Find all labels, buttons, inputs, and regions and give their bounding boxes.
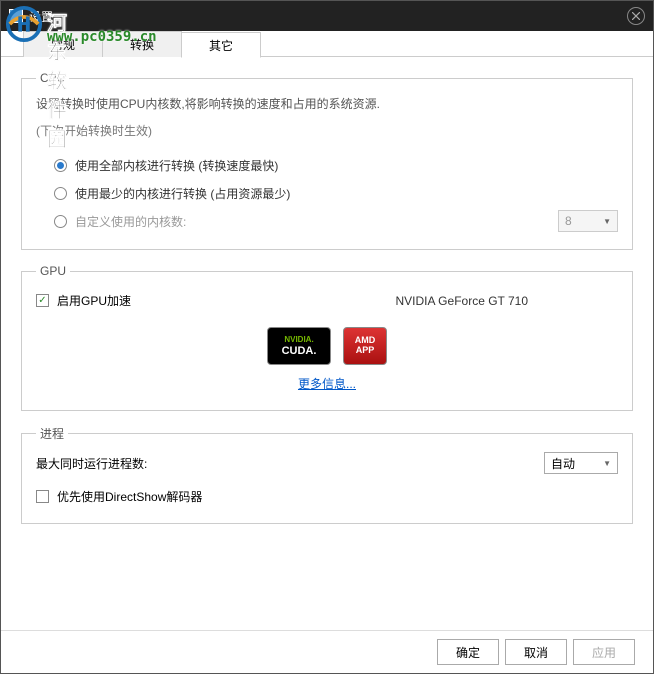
cpu-radio-all-cores[interactable]	[54, 159, 67, 172]
nvidia-cuda-badge: NVIDIA. CUDA.	[267, 327, 331, 365]
tab-general[interactable]: 常规	[23, 31, 103, 57]
tab-other[interactable]: 其它	[181, 32, 261, 58]
cancel-button[interactable]: 取消	[505, 639, 567, 665]
chevron-down-icon: ▼	[603, 459, 611, 468]
footer: 确定 取消 应用	[1, 630, 653, 673]
tab-bar: 常规 转换 其它	[1, 31, 653, 57]
window-title: 设置	[29, 8, 53, 25]
max-process-value: 自动	[551, 455, 575, 472]
directshow-checkbox[interactable]	[36, 490, 49, 503]
cpu-radio-custom-label: 自定义使用的内核数:	[75, 213, 186, 230]
cpu-legend: CPU	[36, 71, 69, 85]
app-icon	[9, 9, 23, 23]
cpu-radio-min-label: 使用最少的内核进行转换 (占用资源最少)	[75, 185, 290, 202]
cpu-cores-select: 8 ▼	[558, 210, 618, 232]
cpu-description: 设置转换时使用CPU内核数,将影响转换的速度和占用的系统资源.	[36, 95, 618, 114]
apply-button[interactable]: 应用	[573, 639, 635, 665]
content-area: CPU 设置转换时使用CPU内核数,将影响转换的速度和占用的系统资源. (下次开…	[1, 57, 653, 630]
nvidia-brand: NVIDIA.	[284, 336, 313, 345]
cpu-radio-min-cores[interactable]	[54, 187, 67, 200]
cpu-cores-value: 8	[565, 214, 572, 228]
process-legend: 进程	[36, 425, 68, 442]
close-button[interactable]	[627, 7, 645, 25]
titlebar: 设置	[1, 1, 653, 31]
cuda-text: CUDA.	[282, 345, 317, 357]
cpu-radio-all-label: 使用全部内核进行转换 (转换速度最快)	[75, 157, 278, 174]
directshow-label: 优先使用DirectShow解码器	[57, 488, 202, 505]
cpu-note: (下次开始转换时生效)	[36, 122, 618, 139]
tab-convert[interactable]: 转换	[102, 31, 182, 57]
gpu-enable-label: 启用GPU加速	[57, 292, 131, 309]
amd-app-badge: AMD APP	[343, 327, 387, 365]
gpu-enable-checkbox[interactable]: ✓	[36, 294, 49, 307]
ok-button[interactable]: 确定	[437, 639, 499, 665]
chevron-down-icon: ▼	[603, 217, 611, 226]
amd-app-text: APP	[356, 346, 375, 356]
gpu-more-info-link[interactable]: 更多信息...	[36, 375, 618, 392]
cpu-group: CPU 设置转换时使用CPU内核数,将影响转换的速度和占用的系统资源. (下次开…	[21, 71, 633, 250]
process-group: 进程 最大同时运行进程数: 自动 ▼ 优先使用DirectShow解码器	[21, 425, 633, 524]
max-process-select[interactable]: 自动 ▼	[544, 452, 618, 474]
cpu-radio-custom-cores[interactable]	[54, 215, 67, 228]
gpu-group: GPU ✓ 启用GPU加速 NVIDIA GeForce GT 710 NVID…	[21, 264, 633, 411]
gpu-device-name: NVIDIA GeForce GT 710	[396, 294, 529, 308]
close-icon	[632, 12, 640, 20]
gpu-legend: GPU	[36, 264, 70, 278]
max-process-label: 最大同时运行进程数:	[36, 455, 147, 472]
